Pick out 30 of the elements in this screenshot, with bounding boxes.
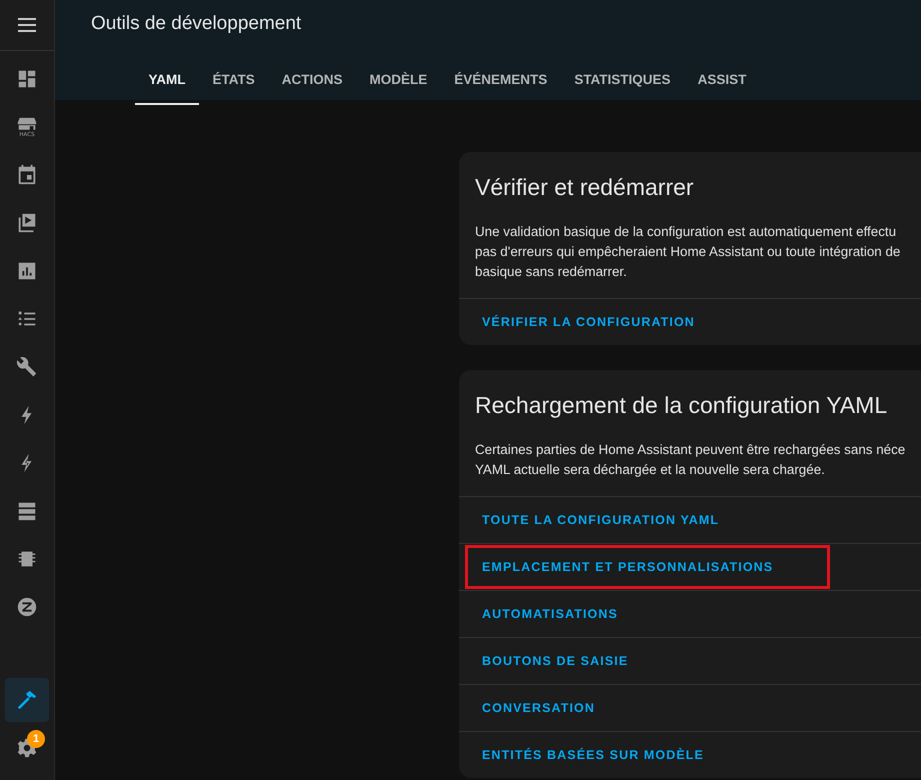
- dashboard-icon: [16, 68, 38, 90]
- sidebar-item[interactable]: [5, 678, 49, 722]
- action-link[interactable]: EMPLACEMENT ET PERSONNALISATIONS: [468, 548, 828, 586]
- tab[interactable]: ASSIST: [684, 55, 760, 105]
- card-description: Certaines parties de Home Assistant peuvent être rechargées sans néce YAML actuelle sera déchargée et la nouvelle sera chargée.: [474, 441, 906, 479]
- action-link[interactable]: BOUTONS DE SAISIE: [474, 648, 636, 674]
- action-link[interactable]: ENTITÉS BASÉES SUR MODÈLE: [474, 742, 712, 768]
- page-title: Outils de développement: [91, 12, 302, 36]
- card-title: Vérifier et redémarrer: [474, 173, 695, 202]
- wrench-icon: [16, 356, 38, 378]
- server-icon: [16, 500, 38, 522]
- tab[interactable]: ÉTATS: [199, 55, 268, 105]
- notification-badge: 1: [27, 730, 45, 748]
- tab[interactable]: ÉVÉNEMENTS: [440, 55, 561, 105]
- action-link[interactable]: CONVERSATION: [474, 695, 603, 721]
- z-logo-icon: [16, 596, 38, 618]
- play-icon: [16, 212, 38, 234]
- hammer-icon: [16, 689, 38, 711]
- card-description: Une validation basique de la configuration est automatiquement effectu pas d'erreurs qui empêcheraient Home Assistant ou toute intégration de basique sans redémarrer.: [474, 223, 902, 281]
- tab[interactable]: YAML: [135, 55, 200, 105]
- menu-icon[interactable]: [18, 18, 36, 32]
- action-link[interactable]: VÉRIFIER LA CONFIGURATION: [474, 309, 703, 335]
- tab[interactable]: MODÈLE: [356, 55, 441, 105]
- action-link[interactable]: TOUTE LA CONFIGURATION YAML: [474, 507, 728, 533]
- card-title: Rechargement de la configuration YAML: [474, 391, 888, 420]
- action-link[interactable]: AUTOMATISATIONS: [474, 601, 626, 627]
- tab[interactable]: STATISTIQUES: [560, 55, 684, 105]
- bar-chart-icon: [16, 260, 38, 282]
- calendar-icon: [16, 164, 38, 186]
- tab[interactable]: ACTIONS: [268, 55, 356, 105]
